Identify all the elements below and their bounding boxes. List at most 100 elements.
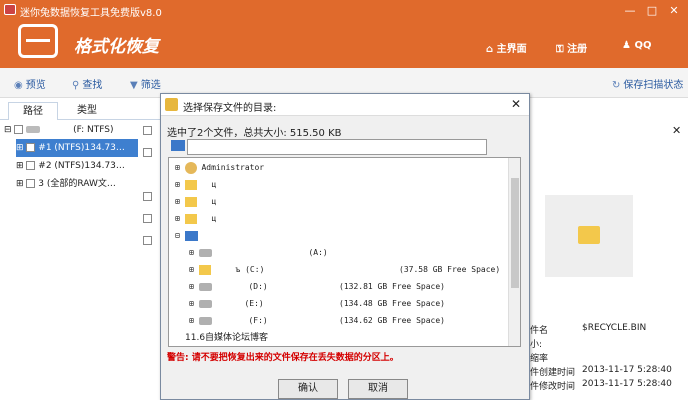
left-tree-item[interactable]: ⊞ #2 (NTFS)134.73… bbox=[16, 157, 125, 175]
expand-icon[interactable]: ⊞ bbox=[189, 282, 194, 291]
tree-item-folder[interactable]: ⊞ ц bbox=[175, 194, 216, 210]
tree-item-label: ъ (C:) bbox=[235, 265, 265, 274]
folder-icon bbox=[578, 226, 600, 244]
checkbox[interactable] bbox=[143, 214, 152, 223]
free-space-text: (132.81 GB Free Space) bbox=[339, 282, 445, 291]
checkbox[interactable] bbox=[143, 236, 152, 245]
tree-item-drive-e[interactable]: ⊞ (E:) (134.48 GB Free Space) bbox=[189, 296, 445, 312]
nav-qq[interactable]: ♟ QQ bbox=[622, 40, 651, 51]
expand-icon[interactable]: ⊞ bbox=[16, 143, 24, 153]
filter-button[interactable]: ▼ 筛选 bbox=[130, 76, 161, 91]
eye-icon: ◉ bbox=[14, 80, 23, 91]
drive-icon bbox=[198, 316, 212, 325]
drive-icon bbox=[198, 264, 211, 275]
tree-item-drive-c[interactable]: ⊞ ъ (C:) (37.58 GB Free Space) bbox=[189, 262, 500, 278]
close-preview-icon[interactable]: ✕ bbox=[672, 124, 681, 137]
drive-icon bbox=[198, 299, 212, 308]
tree-item-drive-f[interactable]: ⊞ (F:) (134.62 GB Free Space) bbox=[189, 313, 445, 329]
search-icon: ⚲ bbox=[72, 80, 80, 91]
nav-register[interactable]: ⚿ 注册 bbox=[556, 40, 587, 55]
computer-icon bbox=[184, 230, 198, 241]
close-button[interactable]: ✕ bbox=[664, 4, 684, 18]
prop-created-key: 件创建时间 bbox=[530, 368, 576, 378]
tree-item-label: #2 (NTFS)134.73… bbox=[38, 161, 125, 171]
tree-item-label: (F:) bbox=[248, 316, 268, 325]
expand-icon[interactable]: ⊞ bbox=[189, 265, 194, 274]
checkbox[interactable] bbox=[14, 125, 24, 134]
collapse-icon[interactable]: ⊟ bbox=[175, 231, 180, 240]
maximize-button[interactable]: □ bbox=[642, 4, 662, 18]
folder-icon bbox=[165, 98, 178, 111]
tree-item-label: (D:) bbox=[248, 282, 268, 291]
expand-icon[interactable]: ⊞ bbox=[175, 163, 180, 172]
qq-icon: ♟ bbox=[622, 40, 631, 51]
tree-item-folder[interactable]: ⊞ ц bbox=[175, 211, 216, 227]
checkbox[interactable] bbox=[26, 179, 36, 188]
filter-label: 筛选 bbox=[140, 80, 161, 91]
ok-button[interactable]: 确认 bbox=[278, 379, 338, 399]
checkbox[interactable] bbox=[26, 161, 36, 170]
tab-path[interactable]: 路径 bbox=[8, 102, 58, 120]
cancel-button[interactable]: 取消 bbox=[348, 379, 408, 399]
tree-item-folder[interactable]: 11.6自媒体论坛博客 bbox=[185, 330, 268, 346]
tree-item-label: Administrator bbox=[201, 163, 265, 172]
find-button[interactable]: ⚲ 查找 bbox=[72, 76, 102, 91]
tree-item-folder[interactable]: ⊞ ц bbox=[175, 177, 216, 193]
file-list-checkboxes bbox=[138, 120, 158, 400]
tree-item-label: 11.6自媒体论坛博客 bbox=[185, 333, 269, 343]
tree-scrollbar[interactable] bbox=[508, 158, 520, 346]
filter-icon: ▼ bbox=[130, 80, 138, 91]
expand-icon[interactable]: ⊞ bbox=[189, 316, 194, 325]
folder-path-icon bbox=[171, 140, 185, 151]
scrollbar-thumb[interactable] bbox=[511, 178, 519, 288]
user-folder-icon bbox=[184, 161, 197, 174]
checkbox[interactable] bbox=[26, 143, 36, 152]
drive-icon bbox=[26, 126, 41, 133]
tree-item-computer[interactable]: ⊟ bbox=[175, 228, 198, 244]
prop-modified-key: 件修改时间 bbox=[530, 382, 576, 392]
collapse-icon[interactable]: ⊟ bbox=[4, 125, 12, 135]
tree-item-label: (E:) bbox=[244, 299, 264, 308]
tree-item-label: #1 (NTFS)134.73… bbox=[38, 143, 125, 153]
prop-modified-value: 2013-11-17 5:28:40 bbox=[582, 379, 672, 389]
app-header: 迷你兔数据恢复工具免费版v8.0 — □ ✕ 格式化恢复 ⌂ 主界面 ⚿ 注册 … bbox=[0, 0, 688, 68]
selection-summary: 选中了2个文件，总共大小: 515.50 KB bbox=[167, 128, 342, 139]
save-icon: ↻ bbox=[612, 80, 621, 91]
minimize-button[interactable]: — bbox=[620, 4, 640, 18]
expand-icon[interactable]: ⊞ bbox=[175, 214, 180, 223]
left-tree-item-selected[interactable]: ⊞ #1 (NTFS)134.73… bbox=[16, 139, 138, 157]
tree-item-label: (F: NTFS) bbox=[73, 125, 114, 135]
nav-qq-label: QQ bbox=[634, 40, 652, 51]
nav-home[interactable]: ⌂ 主界面 bbox=[486, 40, 527, 55]
save-directory-dialog: 选择保存文件的目录: ✕ 选中了2个文件，总共大小: 515.50 KB ⊞ A… bbox=[160, 93, 530, 400]
save-state-label: 保存扫描状态 bbox=[623, 80, 684, 91]
expand-icon[interactable]: ⊞ bbox=[16, 161, 24, 171]
left-tree-item[interactable]: ⊞ 3 (全部的RAW文… bbox=[16, 175, 116, 193]
tree-item-label: ц bbox=[211, 180, 217, 189]
checkbox[interactable] bbox=[143, 126, 152, 135]
tree-item-drive-a[interactable]: ⊞ (A:) bbox=[189, 245, 328, 261]
drive-icon bbox=[198, 282, 212, 291]
directory-tree[interactable]: ⊞ Administrator ⊞ ц ⊞ ц ⊞ ц ⊟ ⊞ (A:) ⊞ ъ… bbox=[168, 157, 521, 347]
nav-home-label: 主界面 bbox=[496, 44, 527, 55]
expand-icon[interactable]: ⊞ bbox=[175, 197, 180, 206]
path-input[interactable] bbox=[187, 139, 487, 155]
checkbox[interactable] bbox=[143, 192, 152, 201]
tree-item-label: 3 (全部的RAW文… bbox=[38, 179, 116, 189]
expand-icon[interactable]: ⊞ bbox=[189, 248, 194, 257]
expand-icon[interactable]: ⊞ bbox=[175, 180, 180, 189]
preview-button[interactable]: ◉ 预览 bbox=[14, 76, 46, 91]
dialog-title: 选择保存文件的目录: bbox=[183, 103, 277, 114]
left-tree-item[interactable]: ⊟ (F: NTFS) bbox=[4, 121, 114, 139]
free-space-text: (134.48 GB Free Space) bbox=[339, 299, 445, 308]
expand-icon[interactable]: ⊞ bbox=[16, 179, 24, 189]
save-state-button[interactable]: ↻ 保存扫描状态 bbox=[612, 76, 683, 91]
folder-icon bbox=[184, 213, 197, 224]
dialog-close-button[interactable]: ✕ bbox=[511, 97, 521, 111]
expand-icon[interactable]: ⊞ bbox=[189, 299, 194, 308]
tree-item-drive-d[interactable]: ⊞ (D:) (132.81 GB Free Space) bbox=[189, 279, 445, 295]
checkbox[interactable] bbox=[143, 148, 152, 157]
nav-register-label: 注册 bbox=[567, 44, 588, 55]
tab-type[interactable]: 类型 bbox=[62, 102, 112, 120]
tree-item-administrator[interactable]: ⊞ Administrator bbox=[175, 160, 264, 176]
